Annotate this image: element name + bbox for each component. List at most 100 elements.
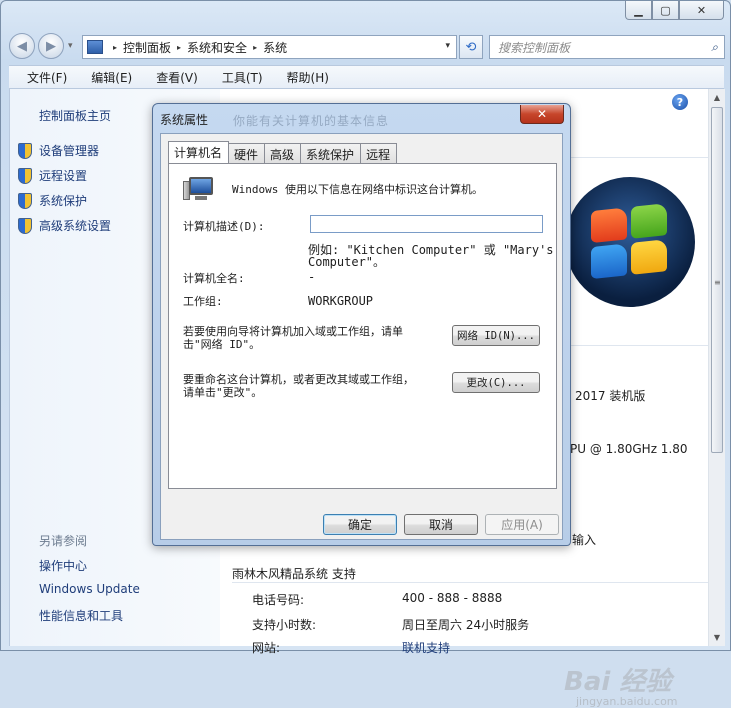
uac-shield-icon [18,142,32,159]
device-manager-link[interactable]: 设备管理器 [18,142,99,159]
intro-text: Windows 使用以下信息在网络中标识这台计算机。 [232,183,483,196]
scrollbar-thumb[interactable]: ≡ [711,107,723,453]
control-panel-window: ▁ ▢ ✕ ◀ ▶ ▾ ▸ 控制面板 ▸ 系统和安全 ▸ 系统 ▾ ⟲ 搜索控制面板 … [0,0,731,708]
apply-button[interactable]: 应用(A) [485,514,559,535]
advanced-system-settings-label: 高级系统设置 [39,219,112,233]
breadcrumb-control-panel[interactable]: 控制面板 [123,39,171,56]
workgroup-value: WORKGROUP [308,294,374,308]
computer-description-label: 计算机描述(D): [183,220,265,233]
menu-tools[interactable]: 工具(T) [210,69,275,86]
full-computer-name-label: 计算机全名: [183,272,245,285]
website-label: 网站: [252,641,281,655]
control-panel-icon [87,40,103,54]
help-icon[interactable]: ? [672,94,688,110]
background-title-ghost: 你能有关计算机的基本信息 [233,114,390,128]
scroll-down-icon[interactable]: ▼ [709,629,725,646]
breadcrumb-system-security[interactable]: 系统和安全 [187,39,247,56]
advanced-system-settings-link[interactable]: 高级系统设置 [18,217,111,234]
menu-bar: 文件(F) 编辑(E) 查看(V) 工具(T) 帮助(H) [9,65,724,89]
change-button[interactable]: 更改(C)... [452,372,540,393]
full-computer-name-value: - [308,270,316,284]
change-button-label: 更改(C)... [466,377,526,389]
menu-view[interactable]: 查看(V) [144,69,210,86]
example-text-cont: Computer"。 [308,255,386,269]
scroll-up-icon[interactable]: ▲ [709,89,725,106]
dialog-body: 计算机名 硬件 高级 系统保护 远程 Windows 使用以下信息在网络中标识这… [160,133,563,540]
network-id-instructions-cont: 击"网络 ID"。 [183,338,261,351]
tab-remote[interactable]: 远程 [360,143,398,163]
dialog-title: 系统属性 [160,113,209,127]
uac-shield-icon [18,217,32,234]
refresh-icon: ⟲ [465,39,477,55]
caption-buttons: ▁ ▢ ✕ [625,1,724,20]
ok-button[interactable]: 确定 [323,514,397,535]
change-instructions-cont: 请单击"更改"。 [183,386,263,399]
address-dropdown-icon[interactable]: ▾ [445,41,450,51]
system-protection-link[interactable]: 系统保护 [18,192,87,209]
computer-icon [183,177,215,203]
pen-touch-value: 输入 [572,533,597,547]
grip-icon: ≡ [714,278,721,287]
see-also-heading: 另请参阅 [39,534,88,548]
system-properties-dialog: 系统属性 你能有关计算机的基本信息 ✕ 计算机名 硬件 高级 系统保护 远程 W… [152,103,571,546]
dialog-close-button[interactable]: ✕ [520,105,564,124]
website-link[interactable]: 联机支持 [402,639,450,656]
support-hours-label: 支持小时数: [252,618,317,632]
back-button[interactable]: ◀ [9,33,35,59]
uac-shield-icon [18,167,32,184]
baidu-watermark: Bai 经验 [564,667,672,697]
address-bar[interactable]: ▸ 控制面板 ▸ 系统和安全 ▸ 系统 ▾ [82,35,457,59]
computer-name-panel: Windows 使用以下信息在网络中标识这台计算机。 计算机描述(D): 例如:… [168,163,557,489]
cancel-button[interactable]: 取消 [404,514,478,535]
breadcrumb-system[interactable]: 系统 [263,39,287,56]
remote-settings-link[interactable]: 远程设置 [18,167,87,184]
search-icon[interactable]: ⌕ [711,40,718,55]
divider [232,582,708,583]
divider [565,157,708,158]
performance-info-link[interactable]: 性能信息和工具 [39,607,123,624]
menu-help[interactable]: 帮助(H) [275,69,341,86]
network-id-button-label: 网络 ID(N)... [457,330,535,342]
computer-description-input[interactable] [310,215,543,233]
back-arrow-icon: ◀ [17,38,27,54]
network-id-button[interactable]: 网络 ID(N)... [452,325,540,346]
maximize-button[interactable]: ▢ [652,1,679,20]
recent-pages-dropdown[interactable]: ▾ [68,41,73,51]
windows-edition-value: 2017 装机版 [575,389,646,403]
breadcrumb-chevron-icon[interactable]: ▸ [253,43,257,52]
windows-logo [565,177,695,307]
support-hours-value: 周日至周六 24小时服务 [402,618,530,632]
action-center-link[interactable]: 操作中心 [39,557,87,574]
windows-update-link[interactable]: Windows Update [39,582,140,596]
tab-system-protection[interactable]: 系统保护 [300,143,362,163]
search-input[interactable]: 搜索控制面板 ⌕ [489,35,725,59]
tab-computer-name[interactable]: 计算机名 [168,141,230,163]
navigation-bar: ◀ ▶ ▾ ▸ 控制面板 ▸ 系统和安全 ▸ 系统 ▾ ⟲ 搜索控制面板 ⌕ [9,33,725,61]
breadcrumb-chevron-icon[interactable]: ▸ [113,43,117,52]
tab-advanced[interactable]: 高级 [264,143,302,163]
vertical-scrollbar[interactable]: ▲ ≡ ▼ [708,89,725,646]
workgroup-label: 工作组: [183,295,223,308]
phone-value: 400 - 888 - 8888 [402,591,503,605]
remote-settings-label: 远程设置 [39,169,88,183]
baidu-watermark-url: jingyan.baidu.com [576,695,678,708]
divider [565,345,708,346]
system-protection-label: 系统保护 [39,194,88,208]
breadcrumb-chevron-icon[interactable]: ▸ [177,43,181,52]
tab-hardware[interactable]: 硬件 [228,143,266,163]
search-placeholder: 搜索控制面板 [498,40,571,55]
support-heading: 雨林木风精品系统 支持 [232,567,356,581]
minimize-button[interactable]: ▁ [625,1,652,20]
device-manager-label: 设备管理器 [39,144,100,158]
processor-value: PU @ 1.80GHz 1.80 [570,442,688,456]
refresh-button[interactable]: ⟲ [459,35,483,59]
tab-strip: 计算机名 硬件 高级 系统保护 远程 [168,141,398,163]
forward-button[interactable]: ▶ [38,33,64,59]
close-window-button[interactable]: ✕ [679,1,724,20]
control-panel-home-link[interactable]: 控制面板主页 [39,107,111,124]
menu-edit[interactable]: 编辑(E) [79,69,144,86]
forward-arrow-icon: ▶ [46,38,56,54]
menu-file[interactable]: 文件(F) [15,69,79,86]
phone-label: 电话号码: [252,593,305,607]
uac-shield-icon [18,192,32,209]
